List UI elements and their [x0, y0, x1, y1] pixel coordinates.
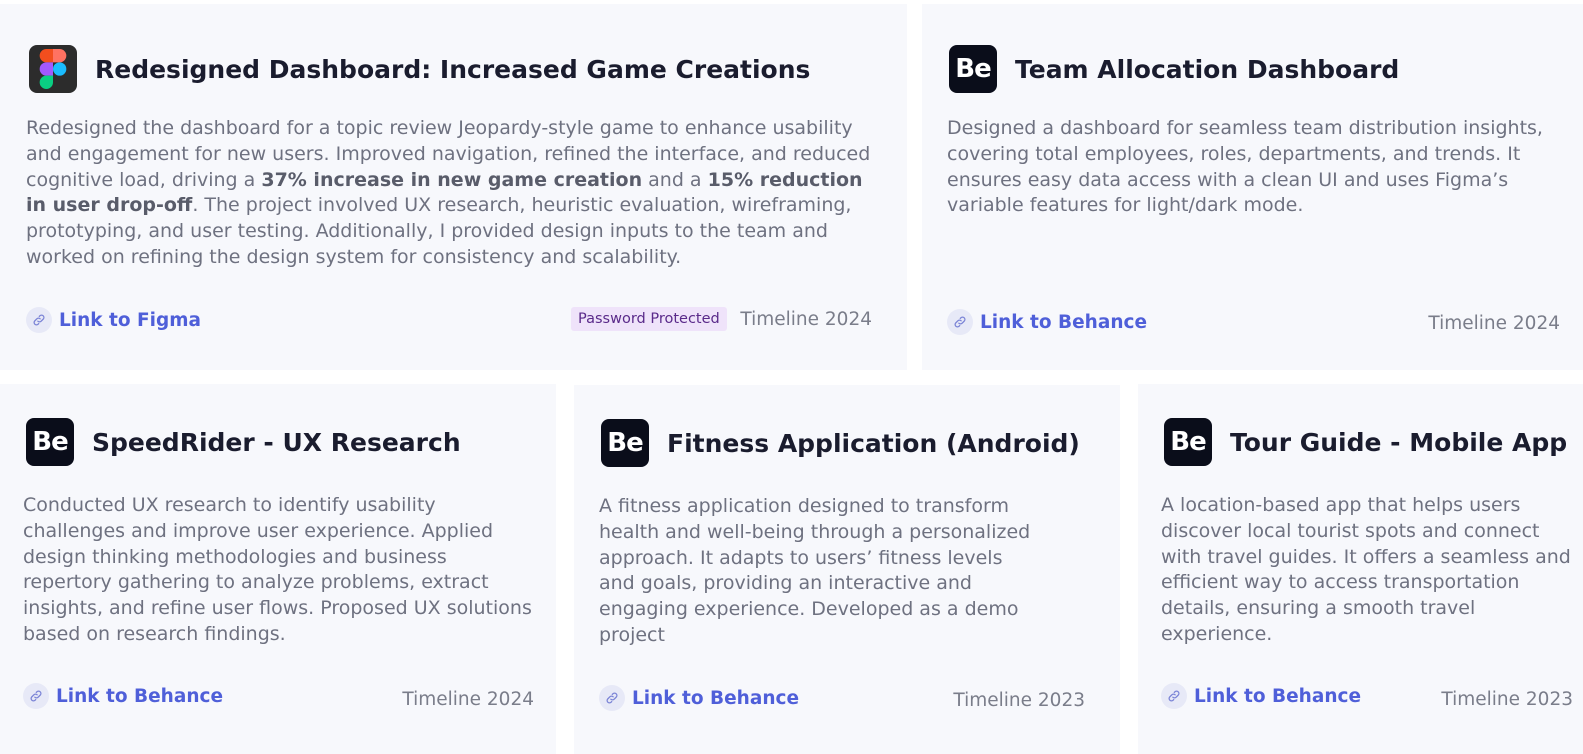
link-icon — [26, 307, 52, 333]
card-title: Redesigned Dashboard: Increased Game Cre… — [95, 54, 811, 84]
card-description: Conducted UX research to identify usabil… — [23, 494, 532, 645]
link-to-behance[interactable]: Link to Behance — [1161, 683, 1361, 709]
timeline-label: Timeline 2024 — [1428, 313, 1560, 334]
card-title: SpeedRider - UX Research — [92, 427, 461, 457]
link-to-figma[interactable]: Link to Figma — [26, 307, 201, 333]
link-label: Link to Behance — [56, 685, 224, 707]
card-description: Redesigned the dashboard for a topic rev… — [26, 117, 871, 268]
card-title: Team Allocation Dashboard — [1015, 54, 1400, 84]
password-protected-badge: Password Protected — [571, 307, 727, 331]
card-title: Fitness Application (Android) — [667, 428, 1080, 458]
link-label: Link to Figma — [59, 309, 202, 331]
link-icon — [23, 683, 49, 709]
link-label: Link to Behance — [632, 687, 800, 709]
timeline-label: Timeline 2024 — [402, 689, 534, 710]
link-label: Link to Behance — [1194, 685, 1362, 707]
link-to-behance[interactable]: Link to Behance — [23, 683, 223, 709]
card-title: Tour Guide - Mobile App — [1230, 427, 1568, 457]
link-icon — [947, 309, 973, 335]
behance-icon: Be — [26, 418, 74, 466]
project-card-game-dashboard: Redesigned Dashboard: Increased Game Cre… — [0, 4, 907, 370]
behance-icon: Be — [1164, 418, 1212, 466]
project-card-tour-guide: Be Tour Guide - Mobile App A location-ba… — [1138, 384, 1583, 754]
timeline-label: Timeline 2023 — [953, 690, 1085, 711]
link-icon — [1161, 683, 1187, 709]
timeline-label: Timeline 2023 — [1441, 689, 1573, 710]
behance-icon: Be — [949, 45, 997, 93]
card-description: A location-based app that helps users di… — [1161, 494, 1571, 645]
project-card-fitness-app: Be Fitness Application (Android) A fitne… — [574, 385, 1120, 754]
project-card-team-allocation: Be Team Allocation Dashboard Designed a … — [922, 4, 1583, 370]
card-description: A fitness application designed to transf… — [599, 495, 1031, 646]
card-description: Designed a dashboard for seamless team d… — [947, 117, 1543, 217]
link-to-behance[interactable]: Link to Behance — [947, 309, 1147, 335]
link-to-behance[interactable]: Link to Behance — [599, 685, 799, 711]
project-card-speedrider: Be SpeedRider - UX Research Conducted UX… — [0, 384, 556, 754]
behance-icon: Be — [601, 419, 649, 467]
figma-icon — [29, 45, 77, 93]
timeline-label: Timeline 2024 — [740, 309, 872, 330]
link-icon — [599, 685, 625, 711]
link-label: Link to Behance — [980, 311, 1148, 333]
